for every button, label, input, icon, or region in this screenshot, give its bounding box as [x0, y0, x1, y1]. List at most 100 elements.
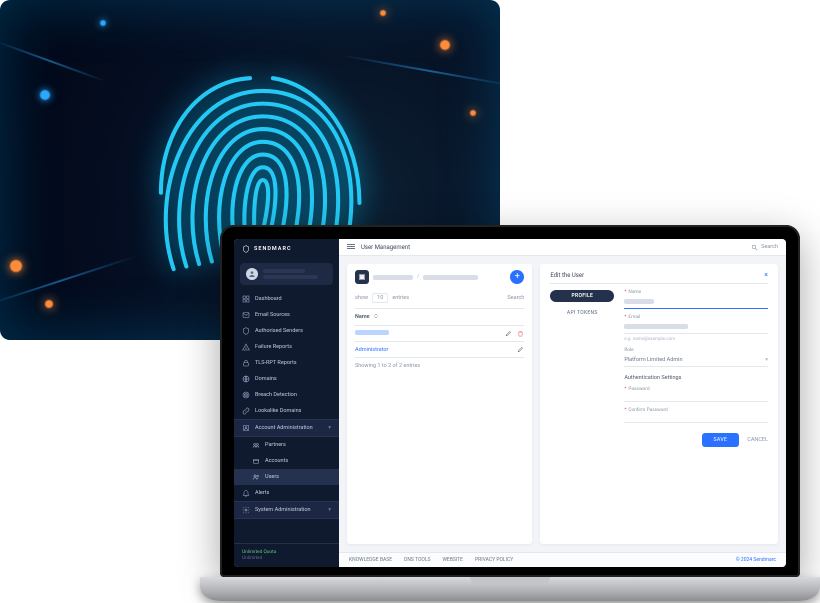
- sidebar-item-label: Email Sources: [255, 312, 290, 318]
- global-search[interactable]: Search: [751, 244, 778, 251]
- table-header[interactable]: Name: [355, 309, 524, 326]
- sidebar-item-label: Account Administration: [255, 425, 313, 431]
- quota-block: Unlimited Quota Unlimited: [234, 543, 339, 567]
- input-confirm-password[interactable]: [624, 415, 768, 423]
- gear-icon: [242, 506, 250, 514]
- breadcrumb-root-icon[interactable]: [355, 270, 369, 284]
- auth-section-title: Authentication Settings: [624, 375, 768, 381]
- input-password[interactable]: [624, 394, 768, 402]
- sidebar-item-label: Dashboard: [255, 296, 282, 302]
- sidebar-item-breach-detection[interactable]: Breach Detection: [234, 387, 339, 403]
- sidebar-item-label: Failure Reports: [255, 344, 292, 350]
- add-user-button[interactable]: +: [510, 270, 524, 284]
- input-email[interactable]: [624, 322, 768, 334]
- close-panel-icon[interactable]: ×: [764, 271, 768, 279]
- sidebar-item-label: Authorised Senders: [255, 328, 303, 334]
- laptop-base: [200, 577, 820, 601]
- page-title: User Management: [361, 244, 410, 251]
- users-list-panel: / + show 10 entries Search: [347, 264, 532, 544]
- sidebar-item-domains[interactable]: Domains: [234, 371, 339, 387]
- edit-icon[interactable]: [505, 330, 512, 337]
- sidebar-item-label: Alerts: [255, 490, 269, 496]
- edit-icon[interactable]: [517, 346, 524, 353]
- sidebar-item-label: Accounts: [265, 458, 288, 464]
- cancel-button[interactable]: CANCEL: [747, 437, 768, 443]
- profile-card[interactable]: [240, 263, 333, 285]
- sidebar-item-label: Users: [265, 474, 279, 480]
- save-button[interactable]: SAVE: [702, 433, 740, 447]
- laptop-mockup: SENDMARC Dashboard Email Sources Authorise…: [200, 225, 820, 601]
- sidebar-item-tls-rpt-reports[interactable]: TLS-RPT Reports: [234, 355, 339, 371]
- entries-count-select[interactable]: 10: [372, 293, 388, 303]
- input-role[interactable]: Platform Limited Admin ▾: [624, 355, 768, 367]
- footer: KNOWLEDGE BASE DNS TOOLS WEBSITE PRIVACY…: [339, 552, 786, 567]
- sidebar-item-system-administration[interactable]: System Administration ▾: [234, 501, 339, 519]
- label-email: *Email: [624, 315, 768, 320]
- brand-shield-icon: [242, 245, 250, 253]
- label-confirm-password: *Confirm Password: [624, 408, 768, 413]
- account-icon: [252, 457, 260, 465]
- breadcrumb-separator: /: [417, 274, 419, 280]
- chevron-down-icon: ▾: [328, 507, 331, 513]
- hint-email: e.g. name@example.com: [624, 337, 768, 342]
- field-name: *Name: [624, 290, 768, 309]
- field-email: *Email e.g. name@example.com: [624, 315, 768, 342]
- tab-api-tokens[interactable]: API TOKENS: [550, 307, 614, 319]
- panel-title: Edit the User: [550, 272, 584, 279]
- shield-icon: [242, 327, 250, 335]
- bell-icon: [242, 489, 250, 497]
- avatar-icon: [246, 268, 258, 280]
- quota-label: Unlimited Quota: [242, 550, 331, 555]
- sidebar-item-email-sources[interactable]: Email Sources: [234, 307, 339, 323]
- menu-toggle-icon[interactable]: [347, 243, 355, 251]
- table-row[interactable]: Administrator: [355, 342, 524, 358]
- sidebar-item-label: Domains: [255, 376, 277, 382]
- breadcrumb: / +: [355, 270, 524, 284]
- user-form: *Name *Email e.g. name@example.com: [624, 290, 768, 447]
- sidebar-item-partners[interactable]: Partners: [234, 437, 339, 453]
- sidebar-item-label: Partners: [265, 442, 286, 448]
- link-icon: [242, 407, 250, 415]
- footer-link[interactable]: DNS TOOLS: [404, 557, 430, 563]
- tab-profile[interactable]: PROFILE: [550, 290, 614, 302]
- user-name: Administrator: [355, 347, 388, 353]
- sidebar-item-users[interactable]: Users: [234, 469, 339, 485]
- partner-icon: [252, 441, 260, 449]
- field-role: Role Platform Limited Admin ▾: [624, 348, 768, 367]
- label-name: *Name: [624, 290, 768, 295]
- profile-name-redacted: [263, 269, 305, 273]
- search-icon: [751, 244, 758, 251]
- sidebar-item-dashboard[interactable]: Dashboard: [234, 291, 339, 307]
- radar-icon: [242, 391, 250, 399]
- nav: Dashboard Email Sources Authorised Senders…: [234, 291, 339, 543]
- sidebar-item-label: TLS-RPT Reports: [255, 360, 297, 366]
- brand: SENDMARC: [234, 239, 339, 259]
- paging-info: Showing 1 to 2 of 2 entries: [355, 358, 524, 369]
- input-name[interactable]: [624, 297, 768, 309]
- sidebar-item-failure-reports[interactable]: Failure Reports: [234, 339, 339, 355]
- main: User Management Search: [339, 239, 786, 567]
- list-toolbar: show 10 entries Search: [355, 290, 524, 308]
- delete-icon[interactable]: [517, 330, 524, 337]
- entries-show-prefix: show: [355, 295, 368, 301]
- sidebar-item-accounts[interactable]: Accounts: [234, 453, 339, 469]
- sidebar-item-label: System Administration: [255, 507, 311, 513]
- footer-link[interactable]: KNOWLEDGE BASE: [349, 557, 392, 563]
- sidebar-item-label: Breach Detection: [255, 392, 297, 398]
- role-value: Platform Limited Admin: [624, 357, 682, 363]
- entries-show-suffix: entries: [392, 295, 409, 301]
- label-password: *Password: [624, 387, 768, 392]
- sidebar-item-lookalike-domains[interactable]: Lookalike Domains: [234, 403, 339, 419]
- table-row[interactable]: [355, 326, 524, 342]
- sidebar-item-alerts[interactable]: Alerts: [234, 485, 339, 501]
- footer-link[interactable]: WEBSITE: [443, 557, 463, 563]
- editor-tabs: PROFILE API TOKENS: [550, 290, 614, 447]
- footer-copyright: © 2024 Sendmarc: [736, 557, 776, 563]
- users-icon: [252, 473, 260, 481]
- sidebar-item-account-administration[interactable]: Account Administration▾: [234, 419, 339, 437]
- footer-link[interactable]: PRIVACY POLICY: [475, 557, 513, 563]
- warning-icon: [242, 343, 250, 351]
- sidebar-item-authorised-senders[interactable]: Authorised Senders: [234, 323, 339, 339]
- users-table: Name Administrator: [355, 308, 524, 358]
- profile-email-redacted: [263, 275, 318, 279]
